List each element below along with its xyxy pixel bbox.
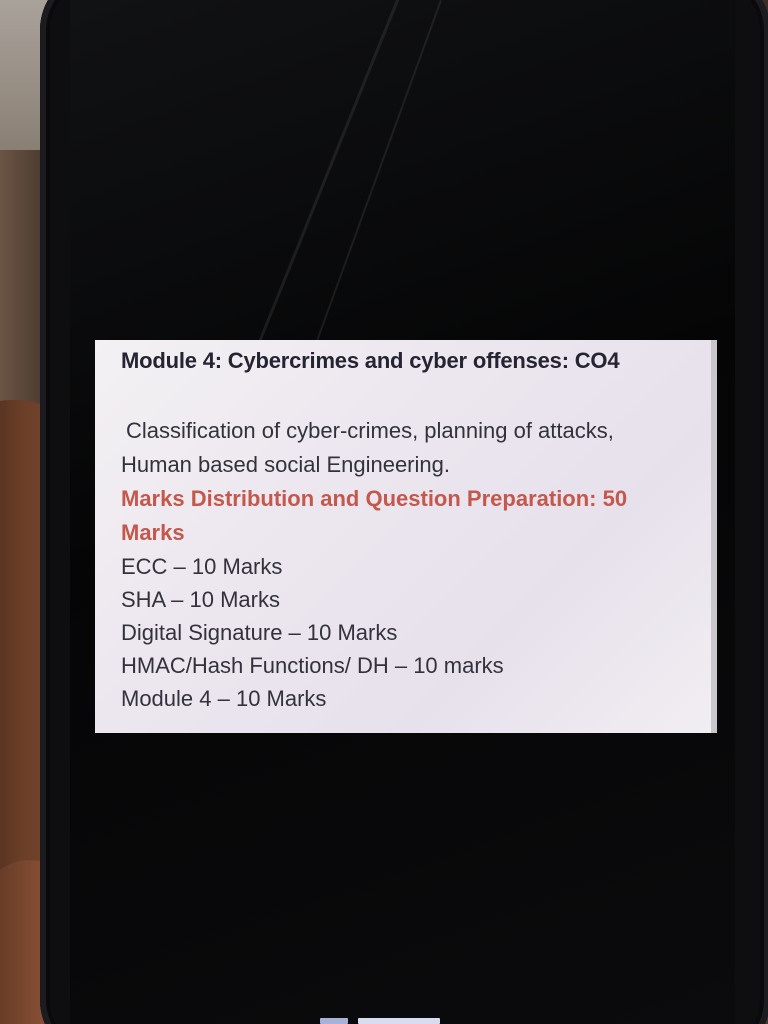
list-item: Digital Signature – 10 Marks bbox=[121, 620, 398, 645]
syllabus-card: Module 4: Cybercrimes and cyber offenses… bbox=[95, 340, 717, 733]
list-item: SHA – 10 Marks bbox=[121, 587, 280, 612]
list-item: Module 4 – 10 Marks bbox=[121, 686, 327, 711]
card-title: Module 4: Cybercrimes and cyber offenses… bbox=[121, 348, 620, 373]
list-item: HMAC/Hash Functions/ DH – 10 marks bbox=[121, 653, 504, 678]
home-indicator-segment bbox=[358, 1018, 440, 1024]
description-text: Classification of cyber-crimes, planning… bbox=[121, 418, 614, 477]
home-indicator[interactable] bbox=[320, 1018, 444, 1024]
card-description: Classification of cyber-crimes, planning… bbox=[121, 414, 685, 482]
home-indicator-segment bbox=[320, 1018, 348, 1024]
photo-scene: Module 4: Cybercrimes and cyber offenses… bbox=[0, 0, 768, 1024]
marks-distribution-heading: Marks Distribution and Question Preparat… bbox=[121, 486, 628, 545]
screen-glare bbox=[257, 0, 403, 344]
marks-list: ECC – 10 Marks SHA – 10 Marks Digital Si… bbox=[121, 550, 685, 715]
list-item: ECC – 10 Marks bbox=[121, 554, 283, 579]
